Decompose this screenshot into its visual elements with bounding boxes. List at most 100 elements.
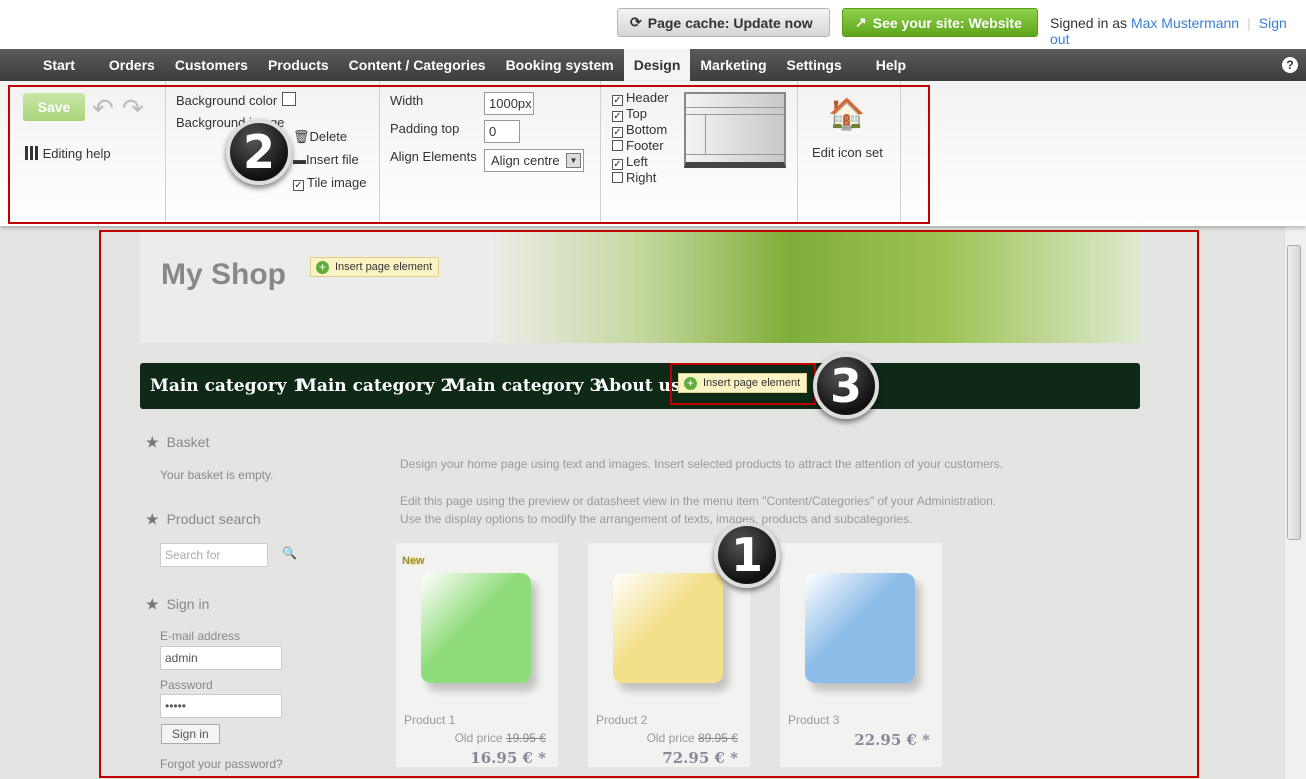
- basket-text: Your basket is empty.: [160, 468, 274, 482]
- old-price: Old price 19.95 €: [454, 731, 546, 745]
- chevron-down-icon: ▼: [566, 153, 581, 168]
- plus-icon: +: [684, 377, 697, 390]
- delete-button[interactable]: 🗑Delete: [293, 129, 347, 145]
- icon-set-icon[interactable]: 🏠: [828, 97, 865, 132]
- width-input[interactable]: 1000px: [484, 92, 534, 115]
- product-name[interactable]: Product 1: [404, 713, 455, 727]
- product-image[interactable]: [613, 573, 723, 683]
- nav-item-products[interactable]: Products: [258, 49, 339, 81]
- layout-option-header[interactable]: ✓ Header: [612, 90, 669, 106]
- old-price: Old price 89.95 €: [646, 731, 738, 745]
- email-field[interactable]: admin: [160, 646, 282, 670]
- grid-icon: [25, 146, 39, 160]
- color-swatch[interactable]: [282, 92, 296, 106]
- new-badge: New: [402, 555, 425, 567]
- background-color-label: Background color: [176, 93, 278, 108]
- layout-option-top[interactable]: ✓ Top: [612, 106, 669, 122]
- folder-icon: ▬: [293, 152, 306, 167]
- nav-item-settings[interactable]: Settings: [777, 49, 852, 81]
- external-link-icon: ↗: [855, 14, 867, 30]
- scrollbar-thumb[interactable]: [1287, 245, 1301, 540]
- search-icon[interactable]: 🔍: [282, 546, 297, 560]
- search-input[interactable]: Search for: [160, 543, 268, 567]
- nav-item-orders[interactable]: Orders: [99, 49, 165, 81]
- password-field[interactable]: •••••: [160, 694, 282, 718]
- tile-image-checkbox[interactable]: ✓ Tile image: [293, 175, 366, 191]
- star-icon: ★: [146, 434, 159, 450]
- star-icon: ★: [146, 511, 159, 527]
- layout-option-footer[interactable]: Footer: [612, 138, 669, 154]
- product-card[interactable]: Product 3 22.95 € *: [780, 543, 942, 767]
- nav-item-content-categories[interactable]: Content / Categories: [339, 49, 496, 81]
- save-button[interactable]: Save: [23, 93, 85, 121]
- padding-label: Padding top: [390, 121, 460, 136]
- user-link[interactable]: Max Mustermann: [1131, 15, 1239, 31]
- layout-option-left[interactable]: ✓ Left: [612, 154, 669, 170]
- category-link[interactable]: Main category 3: [447, 376, 601, 396]
- checkbox[interactable]: ✓: [612, 159, 623, 170]
- product-image[interactable]: [421, 573, 531, 683]
- undo-icon[interactable]: ↶: [92, 93, 114, 124]
- product-price: 72.95 € *: [662, 749, 738, 767]
- edit-icon-set-button[interactable]: Edit icon set: [812, 145, 883, 160]
- see-site-button[interactable]: ↗ See your site: Website: [842, 8, 1038, 37]
- plus-icon: +: [316, 261, 329, 274]
- design-toolbar: Save ↶ ↷ Editing help Background color B…: [0, 81, 1306, 226]
- page-cache-update-button[interactable]: ⟳ Page cache: Update now: [617, 8, 830, 37]
- refresh-icon: ⟳: [630, 14, 642, 30]
- badge-3: 3: [813, 353, 879, 419]
- insert-page-element-button[interactable]: + Insert page element: [310, 257, 440, 277]
- search-heading: ★ Product search: [146, 511, 261, 527]
- trash-icon: 🗑: [293, 129, 310, 144]
- nav-item-marketing[interactable]: Marketing: [690, 49, 776, 81]
- checkbox[interactable]: [612, 172, 623, 183]
- category-link[interactable]: Main category 1: [150, 376, 304, 396]
- layout-option-right[interactable]: Right: [612, 170, 669, 186]
- insert-page-element-button[interactable]: + Insert page element: [678, 373, 808, 393]
- shop-header-image: [140, 230, 1140, 343]
- signed-in-info: Signed in as Max Mustermann | Sign out: [1050, 15, 1287, 47]
- nav-item-design[interactable]: Design: [623, 49, 691, 81]
- basket-heading: ★ Basket: [146, 434, 210, 450]
- checkbox[interactable]: ✓: [612, 127, 623, 138]
- intro-text: Design your home page using text and ima…: [400, 457, 1003, 471]
- editing-help-link[interactable]: Editing help: [25, 146, 111, 161]
- main-nav: Start Orders Customers Products Content / Ca…: [0, 49, 1306, 81]
- align-label: Align Elements: [390, 149, 477, 164]
- intro-text: Use the display options to modify the ar…: [400, 512, 913, 526]
- nav-item-start[interactable]: Start: [33, 49, 85, 81]
- product-name[interactable]: Product 3: [788, 713, 839, 727]
- product-card[interactable]: New Product 1 Old price 19.95 € 16.95 € *: [396, 543, 558, 767]
- redo-icon[interactable]: ↷: [122, 93, 144, 124]
- checkbox[interactable]: ✓: [293, 180, 304, 191]
- layout-checkboxes: ✓ Header ✓ Top ✓ Bottom Footer ✓ Left Right: [612, 90, 669, 186]
- product-price: 16.95 € *: [470, 749, 546, 767]
- sign-in-button[interactable]: Sign in: [161, 724, 220, 744]
- product-image[interactable]: [805, 573, 915, 683]
- layout-preview: [684, 92, 786, 168]
- shop-name: My Shop: [161, 258, 286, 291]
- help-icon[interactable]: ?: [1282, 57, 1298, 73]
- nav-item-booking-system[interactable]: Booking system: [496, 49, 624, 81]
- nav-item-customers[interactable]: Customers: [165, 49, 258, 81]
- email-label: E-mail address: [160, 629, 241, 643]
- badge-2: 2: [226, 119, 292, 185]
- category-link[interactable]: Main category 2: [298, 376, 452, 396]
- password-label: Password: [160, 678, 213, 692]
- align-select[interactable]: Align centre ▼: [484, 149, 584, 172]
- product-name[interactable]: Product 2: [596, 713, 647, 727]
- checkbox[interactable]: ✓: [612, 95, 623, 106]
- forgot-password-link[interactable]: Forgot your password?: [160, 757, 283, 771]
- checkbox[interactable]: [612, 140, 623, 151]
- insert-file-button[interactable]: ▬Insert file: [293, 152, 359, 167]
- intro-text: Edit this page using the preview or data…: [400, 494, 997, 508]
- badge-1: 1: [714, 522, 780, 588]
- padding-input[interactable]: 0: [484, 120, 520, 143]
- layout-option-bottom[interactable]: ✓ Bottom: [612, 122, 669, 138]
- nav-item-help[interactable]: Help: [866, 49, 916, 81]
- product-price: 22.95 € *: [854, 731, 930, 749]
- star-icon: ★: [146, 596, 159, 612]
- checkbox[interactable]: ✓: [612, 111, 623, 122]
- category-link[interactable]: About us: [596, 376, 680, 396]
- signin-heading: ★ Sign in: [146, 596, 210, 612]
